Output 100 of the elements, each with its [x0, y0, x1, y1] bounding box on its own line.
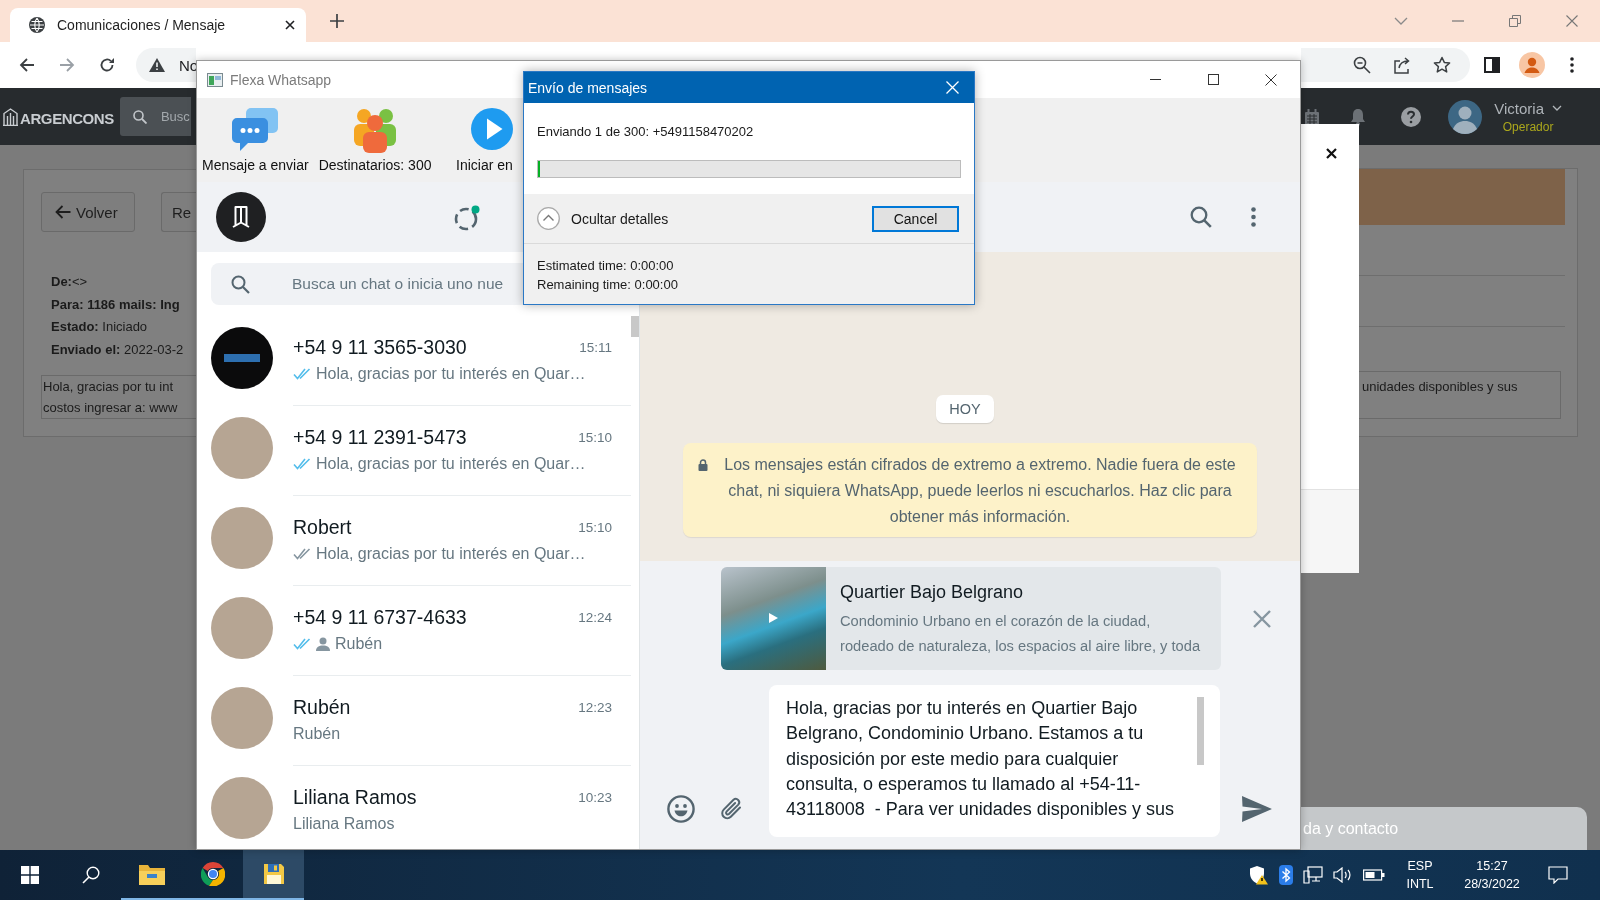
folder-icon — [138, 863, 165, 885]
profile-avatar-icon[interactable] — [1519, 52, 1545, 78]
search-icon — [132, 109, 147, 124]
message-preview: Rubén — [335, 635, 383, 653]
contact-name[interactable]: +54 9 11 3565-3030 — [293, 335, 467, 359]
page-button[interactable]: Re — [161, 192, 196, 232]
calendar-icon[interactable] — [1305, 108, 1320, 125]
search-icon[interactable] — [81, 866, 100, 884]
message-time: 12:23 — [578, 699, 612, 715]
logo-avatar-icon[interactable] — [216, 192, 266, 242]
sidebar-icon[interactable] — [1484, 57, 1500, 73]
forward-arrow-icon[interactable] — [59, 57, 75, 73]
page-button[interactable]: Volver — [41, 192, 135, 232]
message-preview: Hola, gracias por tu interés en Quar… — [316, 545, 586, 563]
building-icon — [3, 107, 18, 126]
close-icon[interactable] — [1326, 148, 1337, 159]
warning-icon — [149, 58, 165, 72]
scrollbar[interactable] — [1197, 697, 1204, 765]
dialog-title: Envío de mensajes — [528, 79, 648, 96]
contact-name[interactable]: Robert — [293, 515, 352, 539]
contact-name[interactable]: Rubén — [293, 695, 351, 719]
browser-tab[interactable]: Comunicaciones / Mensaje — [10, 8, 306, 42]
network-icon[interactable] — [1303, 866, 1323, 884]
date-label: HOY — [936, 395, 994, 423]
battery-icon[interactable] — [1363, 869, 1385, 881]
time-text: Remaining time: 0:00:00 — [537, 276, 678, 294]
window-title: Flexa Whatsapp — [230, 71, 332, 88]
taskbar-button[interactable] — [243, 850, 304, 900]
cancel-button[interactable]: Cancel — [872, 205, 959, 232]
chevron-down-icon[interactable] — [1552, 105, 1562, 111]
star-icon[interactable] — [1433, 56, 1451, 74]
status-icon[interactable] — [454, 203, 481, 231]
maximize-icon[interactable] — [1207, 74, 1219, 85]
toolbar-button[interactable]: Iniciar en — [455, 98, 514, 174]
search-field[interactable]: Busca un chat o inicia uno nue — [211, 263, 523, 305]
notice-text: Los mensajes están cifrados de extremo a extremo. Nadie fuera de este chat, ni siquiera WhatsApp, puede leerlos ni escucharlos. Haz clic para obtener más información. — [723, 455, 1237, 527]
message-time: 15:10 — [578, 519, 612, 535]
message-time: 15:11 — [579, 339, 612, 355]
message-time: 15:10 — [578, 429, 612, 445]
close-icon[interactable] — [1265, 73, 1277, 86]
help-icon[interactable] — [1401, 106, 1422, 127]
send-icon[interactable] — [1242, 796, 1272, 823]
play-icon[interactable] — [767, 612, 779, 624]
toolbar-button[interactable]: Mensaje a enviar — [202, 98, 309, 174]
user-name[interactable]: Victoria — [1494, 99, 1544, 117]
field-text: Estado: Iniciado — [51, 318, 148, 336]
field-text: Para: 1186 mails: Ing — [51, 295, 180, 314]
back-arrow-icon[interactable] — [19, 57, 35, 73]
browser-icon — [200, 862, 225, 886]
link-preview[interactable]: Quartier Bajo Belgrano Condominio Urbano en el corazón de la ciudad, rodeado de naturaleza, los espacios al aire libre, y toda — [721, 567, 1221, 670]
emoji-icon[interactable] — [667, 795, 695, 824]
preview-description: Condominio Urbano en el corazón de la ciudad, rodeado de naturaleza, los espacios al aire libre, y toda — [840, 612, 1202, 656]
contact-name[interactable]: +54 9 11 6737-4633 — [293, 605, 467, 629]
toolbar-button[interactable]: Destinatarios: 300 — [318, 98, 432, 174]
message-text: Hola, gracias por tu int — [43, 378, 174, 396]
zoom-out-icon[interactable] — [1353, 56, 1371, 74]
language-indicator[interactable]: ESP INTL — [1403, 857, 1437, 893]
notification-icon[interactable] — [1548, 866, 1568, 884]
share-icon[interactable] — [1393, 56, 1411, 74]
app-icon — [207, 72, 223, 87]
message-time: 12:24 — [578, 609, 612, 625]
reload-icon[interactable] — [99, 57, 115, 73]
clock[interactable]: 15:27 28/3/2022 — [1451, 857, 1533, 893]
close-icon[interactable] — [285, 20, 295, 30]
contact-name[interactable]: Liliana Ramos — [293, 785, 417, 809]
field-text: De:<> — [51, 273, 88, 291]
message-preview: Hola, gracias por tu interés en Quar… — [316, 455, 586, 473]
preview-title: Quartier Bajo Belgrano — [840, 581, 1024, 604]
message-text: unidades disponibles y sus — [1362, 379, 1518, 394]
bell-icon[interactable] — [1350, 107, 1367, 126]
status-text: Enviando 1 de 300: +5491158470202 — [537, 123, 754, 141]
shield-icon[interactable] — [1249, 865, 1269, 885]
encryption-notice[interactable]: Los mensajes están cifrados de extremo a extremo. Nadie fuera de este chat, ni siquiera WhatsApp, puede leerlos ni escucharlos. Haz clic para obtener más información. — [683, 443, 1257, 537]
windows-logo-icon[interactable] — [21, 866, 39, 884]
message-preview: Rubén — [293, 725, 341, 743]
back-arrow-icon — [55, 205, 71, 219]
message-input[interactable]: Hola, gracias por tu interés en Quartier Bajo Belgrano, Condominio Urbano. Estamos a tu disposición por este medio para cualquier consulta, o esperamos tu llamado al +54-11-43118008 - Para ver unidades disponibles y sus — [769, 685, 1220, 838]
minimize-icon[interactable] — [1149, 79, 1161, 80]
logo-text: ARGENCONS — [20, 110, 114, 127]
restore-icon[interactable] — [1508, 15, 1521, 27]
lock-icon — [698, 459, 708, 471]
globe-icon — [29, 17, 45, 33]
message-preview: Liliana Ramos — [293, 815, 395, 833]
message-time: 10:23 — [578, 789, 612, 805]
scrollbar[interactable] — [631, 316, 639, 337]
message-text: costos ingresar a: www — [43, 399, 178, 417]
user-role: Operador — [1502, 119, 1554, 134]
plus-icon[interactable] — [330, 14, 344, 28]
play-icon — [471, 108, 514, 150]
field-text: Enviado el: 2022-03-2 — [51, 340, 184, 359]
search-icon — [231, 274, 250, 294]
volume-icon[interactable] — [1333, 867, 1353, 883]
user-avatar-icon[interactable] — [1448, 99, 1483, 134]
menu-icon[interactable] — [1570, 57, 1574, 73]
message-preview: Hola, gracias por tu interés en Quar… — [316, 365, 586, 383]
contact-name[interactable]: +54 9 11 2391-5473 — [293, 425, 467, 449]
time-text: Estimated time: 0:00:00 — [537, 257, 674, 275]
chat-bubbles-icon — [231, 105, 280, 153]
bluetooth-icon[interactable] — [1279, 865, 1293, 885]
details-toggle[interactable]: Ocultar detalles — [571, 210, 669, 227]
